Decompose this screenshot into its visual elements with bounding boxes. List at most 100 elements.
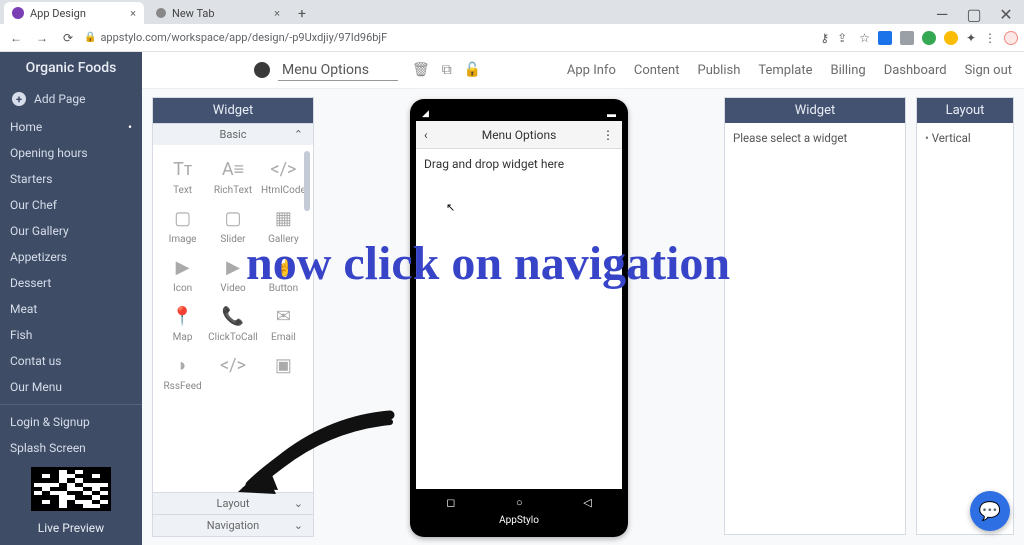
widget-item-map[interactable]: 📍Map [159,300,206,343]
reload-button[interactable]: ⟳ [58,31,78,45]
accordion-basic[interactable]: Basic ⌃ [153,123,313,145]
chevron-down-icon: ⌄ [294,519,303,532]
maximize-button[interactable]: ▢ [960,4,988,24]
qr-code [31,467,111,511]
sidebar-page[interactable]: Dessert [0,270,142,296]
browser-tab[interactable]: New Tab × [148,2,288,24]
forward-button[interactable]: → [32,31,52,45]
address-bar[interactable]: 🔒 appstylo.com/workspace/app/design/-p9U… [84,31,394,44]
tab-title: New Tab [172,7,215,20]
widget-item-unnamed[interactable]: </> [208,349,258,392]
back-icon[interactable]: ‹ [424,128,428,142]
unlock-icon[interactable]: 🔓 [464,62,481,78]
nav-back-icon[interactable]: ◁ [583,496,591,509]
widget-dropzone[interactable]: Drag and drop widget here ↖ [416,149,622,489]
widget-item-video[interactable]: ▶Video [208,251,258,294]
sidebar-item-login[interactable]: Login & Signup [0,409,142,435]
widget-item-email[interactable]: ✉Email [260,300,307,343]
nav-billing[interactable]: Billing [830,63,865,78]
sidebar-page[interactable]: Our Gallery [0,218,142,244]
ext-icon[interactable] [900,31,914,45]
tab-favicon [12,7,24,19]
accordion-layout[interactable]: Layout ⌄ [153,492,313,514]
puzzle-icon[interactable]: ✦ [966,31,976,45]
browser-tab[interactable]: App Design × [4,2,144,24]
nav-signout[interactable]: Sign out [965,63,1012,78]
widget-item-label: Video [208,283,258,294]
minimize-button[interactable]: — [928,4,956,24]
widget-item-richtext[interactable]: A≡RichText [208,153,258,196]
copy-icon[interactable]: ⧉ [442,62,452,78]
nav-home-icon[interactable]: ○ [516,496,523,509]
back-button[interactable]: ← [6,31,26,45]
sidebar-page[interactable]: Our Menu [0,374,142,400]
widget-item-clicktocall[interactable]: 📞ClickToCall [208,300,258,343]
widget-item-image[interactable]: ▢Image [159,202,206,245]
scrollbar[interactable] [304,151,310,211]
tab-title: App Design [30,7,86,20]
ClickToCall-icon: 📞 [208,300,258,332]
workspace: Widget Basic ⌃ TᴛTextA≡RichText</>HtmlCo… [142,89,1024,545]
widget-item-htmlcode[interactable]: </>HtmlCode [260,153,307,196]
Gallery-icon: ▦ [260,202,307,234]
close-window-button[interactable]: ✕ [992,4,1020,24]
layout-option-vertical[interactable]: Vertical [925,131,1005,145]
signal-icon: ◢ [422,109,429,119]
close-icon[interactable]: × [130,7,136,20]
accordion-navigation[interactable]: Navigation ⌄ [153,514,313,536]
chevron-down-icon: ⌄ [294,497,303,510]
ext-icon[interactable] [922,31,936,45]
browser-toolbar: ← → ⟳ 🔒 appstylo.com/workspace/app/desig… [0,24,1024,52]
add-page-button[interactable]: + Add Page [0,84,142,114]
ext-icon[interactable] [944,31,958,45]
chat-bubble-button[interactable]: 💬 [970,491,1010,531]
ext-icon[interactable] [878,31,892,45]
tab-favicon [156,8,166,18]
sidebar-page[interactable]: Starters [0,166,142,192]
nav-template[interactable]: Template [758,63,812,78]
star-icon[interactable]: ☆ [859,31,870,45]
widget-item-rssfeed[interactable]: ◗RssFeed [159,349,206,392]
sidebar-page[interactable]: Appetizers [0,244,142,270]
menu-icon[interactable]: ⋮ [984,31,996,45]
page-title-input[interactable] [278,60,398,81]
avatar-icon[interactable] [1004,31,1018,45]
add-page-label: Add Page [34,92,85,106]
nav-dashboard[interactable]: Dashboard [884,63,947,78]
widget-item-button[interactable]: ☝Button [260,251,307,294]
sidebar-page[interactable]: Contat us [0,348,142,374]
widget-item-gallery[interactable]: ▦Gallery [260,202,307,245]
sidebar-page[interactable]: Meat [0,296,142,322]
share-icon[interactable]: ⇪ [837,31,851,45]
live-preview-label[interactable]: Live Preview [0,511,142,545]
sidebar-item-splash[interactable]: Splash Screen [0,435,142,461]
widget-item-slider[interactable]: ▢Slider [208,202,258,245]
widget-item-label: Slider [208,234,258,245]
nav-app-info[interactable]: App Info [567,63,616,78]
sidebar-page-home[interactable]: Home [0,114,142,140]
chevron-up-icon: ⌃ [294,128,303,141]
HtmlCode-icon: </> [260,153,307,185]
widget-item-unnamed[interactable]: ▣ [260,349,307,392]
phone-status-bar: ◢ ▬ [416,107,622,121]
widget-item-icon[interactable]: ▶Icon [159,251,206,294]
sidebar-page[interactable]: Opening hours [0,140,142,166]
nav-square-icon[interactable]: ◻ [446,496,455,509]
Video-icon: ▶ [208,251,258,283]
sidebar: Organic Foods + Add Page Home Opening ho… [0,52,142,545]
widget-item-label: RichText [208,185,258,196]
dropzone-hint: Drag and drop widget here [424,157,564,171]
new-tab-button[interactable]: + [292,4,312,24]
RssFeed-icon: ◗ [159,349,206,381]
extension-icons: ⚷ ⇪ ☆ ✦ ⋮ [820,31,1018,45]
trash-icon[interactable]: 🗑 [412,62,430,78]
sidebar-page[interactable]: Our Chef [0,192,142,218]
close-icon[interactable]: × [274,7,280,20]
key-icon[interactable]: ⚷ [820,31,829,45]
kebab-icon[interactable]: ⋮ [602,128,614,142]
nav-publish[interactable]: Publish [698,63,741,78]
nav-content[interactable]: Content [634,63,680,78]
sidebar-page[interactable]: Fish [0,322,142,348]
right-layout-panel: Layout Vertical [916,97,1014,535]
widget-item-text[interactable]: TᴛText [159,153,206,196]
